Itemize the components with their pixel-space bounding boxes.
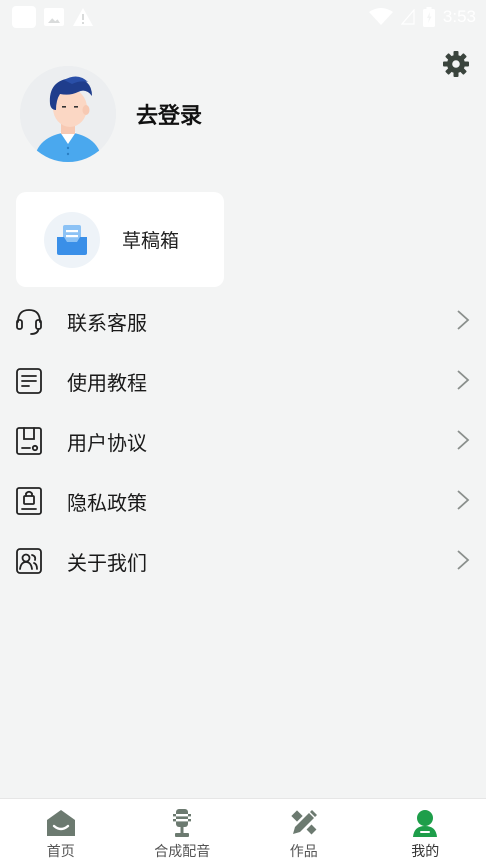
menu-item-customer-service[interactable]: 联系客服 bbox=[0, 290, 486, 350]
menu-item-about-us[interactable]: 关于我们 bbox=[0, 530, 486, 590]
draft-box-label: 草稿箱 bbox=[122, 230, 180, 252]
nav-tab-label: 合成配音 bbox=[154, 844, 211, 860]
nav-tab-label: 首页 bbox=[46, 844, 75, 860]
inbox-icon bbox=[57, 224, 87, 255]
gear-icon bbox=[443, 51, 469, 77]
login-link[interactable]: 去登录 bbox=[136, 98, 202, 130]
nav-tab-mine[interactable]: 我的 bbox=[365, 799, 486, 864]
avatar-illustration bbox=[20, 66, 116, 162]
signal-icon bbox=[400, 9, 415, 25]
microphone-icon bbox=[166, 807, 198, 839]
document-icon bbox=[14, 366, 44, 396]
menu-item-label: 隐私政策 bbox=[67, 491, 147, 515]
menu-item-label: 关于我们 bbox=[67, 551, 147, 575]
pencil-ruler-icon bbox=[288, 807, 320, 839]
nav-tab-voice-synthesis[interactable]: 合成配音 bbox=[122, 799, 244, 864]
status-right-icons: 3:53 bbox=[368, 7, 476, 27]
status-time: 3:53 bbox=[442, 7, 476, 26]
wifi-icon bbox=[368, 8, 393, 25]
menu-item-label: 用户协议 bbox=[67, 431, 147, 455]
battery-icon bbox=[422, 7, 435, 27]
bottom-navigation: 首页 合成配音 作品 我的 bbox=[0, 798, 486, 864]
contacts-icon bbox=[14, 546, 44, 576]
nav-tab-label: 作品 bbox=[289, 844, 318, 860]
menu-item-tutorial[interactable]: 使用教程 bbox=[0, 350, 486, 410]
settings-button[interactable] bbox=[440, 48, 472, 80]
user-avatar[interactable] bbox=[20, 66, 116, 162]
draft-icon-wrap bbox=[44, 211, 100, 268]
headset-icon bbox=[14, 306, 44, 336]
warning-icon bbox=[73, 8, 93, 26]
menu-item-privacy-policy[interactable]: 隐私政策 bbox=[0, 470, 486, 530]
draft-box-card[interactable]: 草稿箱 bbox=[16, 192, 224, 287]
menu-item-label: 使用教程 bbox=[67, 371, 147, 395]
nav-tab-works[interactable]: 作品 bbox=[243, 799, 365, 864]
privacy-lock-icon bbox=[14, 486, 44, 516]
nav-tab-label: 我的 bbox=[411, 844, 440, 860]
home-icon bbox=[45, 807, 77, 839]
chevron-right-icon bbox=[454, 488, 472, 512]
agreement-icon bbox=[14, 426, 44, 456]
menu-item-label: 联系客服 bbox=[67, 311, 147, 335]
chevron-right-icon bbox=[454, 308, 472, 332]
profile-icon bbox=[409, 807, 441, 839]
chevron-right-icon bbox=[454, 368, 472, 392]
nav-tab-home[interactable]: 首页 bbox=[0, 799, 122, 864]
status-left-icons bbox=[12, 6, 94, 28]
app-square-icon bbox=[12, 6, 36, 28]
chevron-right-icon bbox=[454, 548, 472, 572]
status-bar: 3:53 bbox=[0, 0, 486, 34]
menu-item-user-agreement[interactable]: 用户协议 bbox=[0, 410, 486, 470]
menu-list: 联系客服 使用教程 用户协议 隐私政策 关于我们 bbox=[0, 290, 486, 590]
chevron-right-icon bbox=[454, 428, 472, 452]
image-icon bbox=[44, 8, 64, 26]
